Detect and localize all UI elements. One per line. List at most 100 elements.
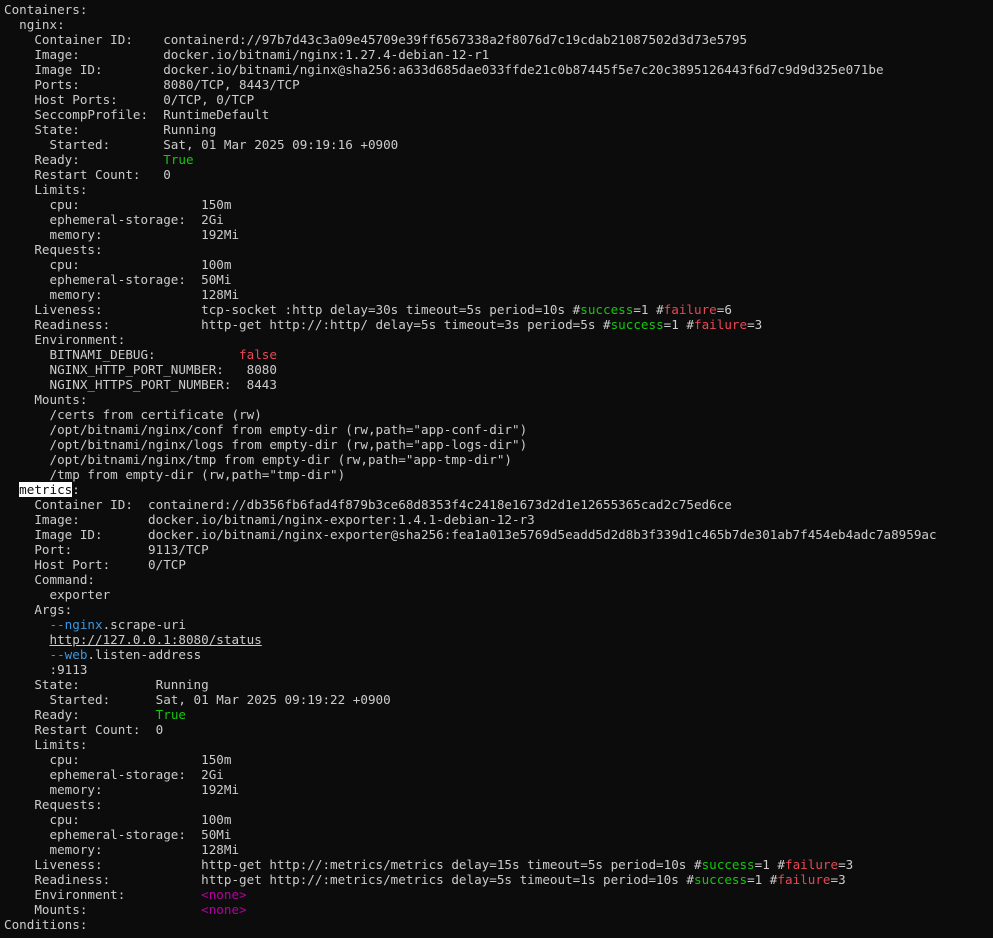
line-text: Requests:: [4, 797, 103, 812]
styled-text: failure: [784, 857, 839, 872]
terminal-line: Image ID: docker.io/bitnami/nginx@sha256…: [4, 62, 993, 77]
terminal-line: ephemeral-storage: 2Gi: [4, 212, 993, 227]
line-text: cpu: 100m: [4, 257, 232, 272]
styled-text[interactable]: http://127.0.0.1:8080/status: [50, 632, 262, 647]
line-text: =1 #: [633, 302, 664, 317]
line-text: /opt/bitnami/nginx/logs from empty-dir (…: [4, 437, 528, 452]
line-text: BITNAMI_DEBUG:: [4, 347, 240, 362]
styled-text: metrics: [19, 482, 73, 497]
line-text: .listen-address: [87, 647, 202, 662]
line-text: ephemeral-storage: 2Gi: [4, 212, 224, 227]
terminal-line: cpu: 100m: [4, 257, 993, 272]
styled-text: success: [701, 857, 755, 872]
terminal-line: Command:: [4, 572, 993, 587]
line-text: Started: Sat, 01 Mar 2025 09:19:22 +0900: [4, 692, 391, 707]
terminal-line: Image: docker.io/bitnami/nginx-exporter:…: [4, 512, 993, 527]
terminal-line: --nginx.scrape-uri: [4, 617, 993, 632]
terminal-line: cpu: 150m: [4, 752, 993, 767]
line-text: Container ID: containerd://db356fb6fad4f…: [4, 497, 732, 512]
styled-text: True: [155, 707, 186, 722]
line-text: /tmp from empty-dir (rw,path="tmp-dir"): [4, 467, 346, 482]
terminal-line: Container ID: containerd://db356fb6fad4f…: [4, 497, 993, 512]
line-text: .scrape-uri: [102, 617, 186, 632]
terminal-line: exporter: [4, 587, 993, 602]
terminal-line: Requests:: [4, 797, 993, 812]
terminal-line: NGINX_HTTPS_PORT_NUMBER: 8443: [4, 377, 993, 392]
line-text: State: Running: [4, 122, 217, 137]
line-text: memory: 192Mi: [4, 782, 240, 797]
line-text: Requests:: [4, 242, 103, 257]
line-text: Ports: 8080/TCP, 8443/TCP: [4, 77, 300, 92]
styled-text: <none>: [201, 902, 247, 917]
styled-text: success: [610, 317, 664, 332]
terminal-line: ephemeral-storage: 2Gi: [4, 767, 993, 782]
terminal-line: Limits:: [4, 182, 993, 197]
terminal-line: Args:: [4, 602, 993, 617]
line-text: ephemeral-storage: 2Gi: [4, 767, 224, 782]
terminal-line: Limits:: [4, 737, 993, 752]
line-text: [4, 632, 50, 647]
terminal-line: Host Port: 0/TCP: [4, 557, 993, 572]
terminal-line: State: Running: [4, 677, 993, 692]
terminal-line: /opt/bitnami/nginx/logs from empty-dir (…: [4, 437, 993, 452]
line-text: cpu: 150m: [4, 197, 232, 212]
terminal-line: nginx:: [4, 17, 993, 32]
line-text: =1 #: [754, 857, 785, 872]
terminal-line: cpu: 150m: [4, 197, 993, 212]
terminal-line: memory: 192Mi: [4, 782, 993, 797]
line-text: /opt/bitnami/nginx/tmp from empty-dir (r…: [4, 452, 512, 467]
styled-text: false: [239, 347, 277, 362]
line-text: =3: [838, 857, 854, 872]
terminal-line: Restart Count: 0: [4, 167, 993, 182]
terminal-line: http://127.0.0.1:8080/status: [4, 632, 993, 647]
line-text: [4, 647, 50, 662]
terminal-line: Started: Sat, 01 Mar 2025 09:19:22 +0900: [4, 692, 993, 707]
line-text: nginx:: [4, 17, 65, 32]
terminal-line: Containers:: [4, 2, 993, 17]
terminal-line: Restart Count: 0: [4, 722, 993, 737]
terminal-line: ephemeral-storage: 50Mi: [4, 827, 993, 842]
line-text: Environment:: [4, 332, 126, 347]
line-text: State: Running: [4, 677, 209, 692]
terminal-line: Ready: True: [4, 152, 993, 167]
line-text: memory: 192Mi: [4, 227, 240, 242]
styled-text: success: [580, 302, 634, 317]
terminal-line: /opt/bitnami/nginx/tmp from empty-dir (r…: [4, 452, 993, 467]
line-text: Command:: [4, 572, 95, 587]
styled-text: failure: [694, 317, 748, 332]
terminal-line: Liveness: http-get http://:metrics/metri…: [4, 857, 993, 872]
line-text: Host Port: 0/TCP: [4, 557, 186, 572]
terminal-line: :9113: [4, 662, 993, 677]
line-text: Containers:: [4, 2, 88, 17]
line-text: =6: [716, 302, 732, 317]
line-text: cpu: 100m: [4, 812, 232, 827]
line-text: Limits:: [4, 737, 88, 752]
terminal-line: --web.listen-address: [4, 647, 993, 662]
line-text: Host Ports: 0/TCP, 0/TCP: [4, 92, 255, 107]
line-text: =1 #: [663, 317, 694, 332]
line-text: =3: [747, 317, 763, 332]
line-text: memory: 128Mi: [4, 287, 240, 302]
line-text: cpu: 150m: [4, 752, 232, 767]
styled-text: --web: [49, 647, 88, 662]
line-text: ephemeral-storage: 50Mi: [4, 272, 232, 287]
line-text: ephemeral-storage: 50Mi: [4, 827, 232, 842]
terminal-line: /opt/bitnami/nginx/conf from empty-dir (…: [4, 422, 993, 437]
line-text: Mounts:: [4, 902, 202, 917]
terminal-line: NGINX_HTTP_PORT_NUMBER: 8080: [4, 362, 993, 377]
line-text: Restart Count: 0: [4, 722, 164, 737]
terminal-line: cpu: 100m: [4, 812, 993, 827]
styled-text: success: [693, 872, 748, 887]
terminal-line: memory: 192Mi: [4, 227, 993, 242]
styled-text: failure: [663, 302, 717, 317]
terminal-line: Mounts:: [4, 392, 993, 407]
line-text: memory: 128Mi: [4, 842, 240, 857]
line-text: Restart Count: 0: [4, 167, 171, 182]
terminal-line: metrics:: [4, 482, 993, 497]
line-text: Image: docker.io/bitnami/nginx:1.27.4-de…: [4, 47, 490, 62]
terminal-line: Host Ports: 0/TCP, 0/TCP: [4, 92, 993, 107]
terminal-output[interactable]: Containers: nginx: Container ID: contain…: [0, 0, 993, 932]
line-text: Image ID: docker.io/bitnami/nginx-export…: [4, 527, 937, 542]
terminal-line: Liveness: tcp-socket :http delay=30s tim…: [4, 302, 993, 317]
line-text: Environment:: [4, 887, 202, 902]
